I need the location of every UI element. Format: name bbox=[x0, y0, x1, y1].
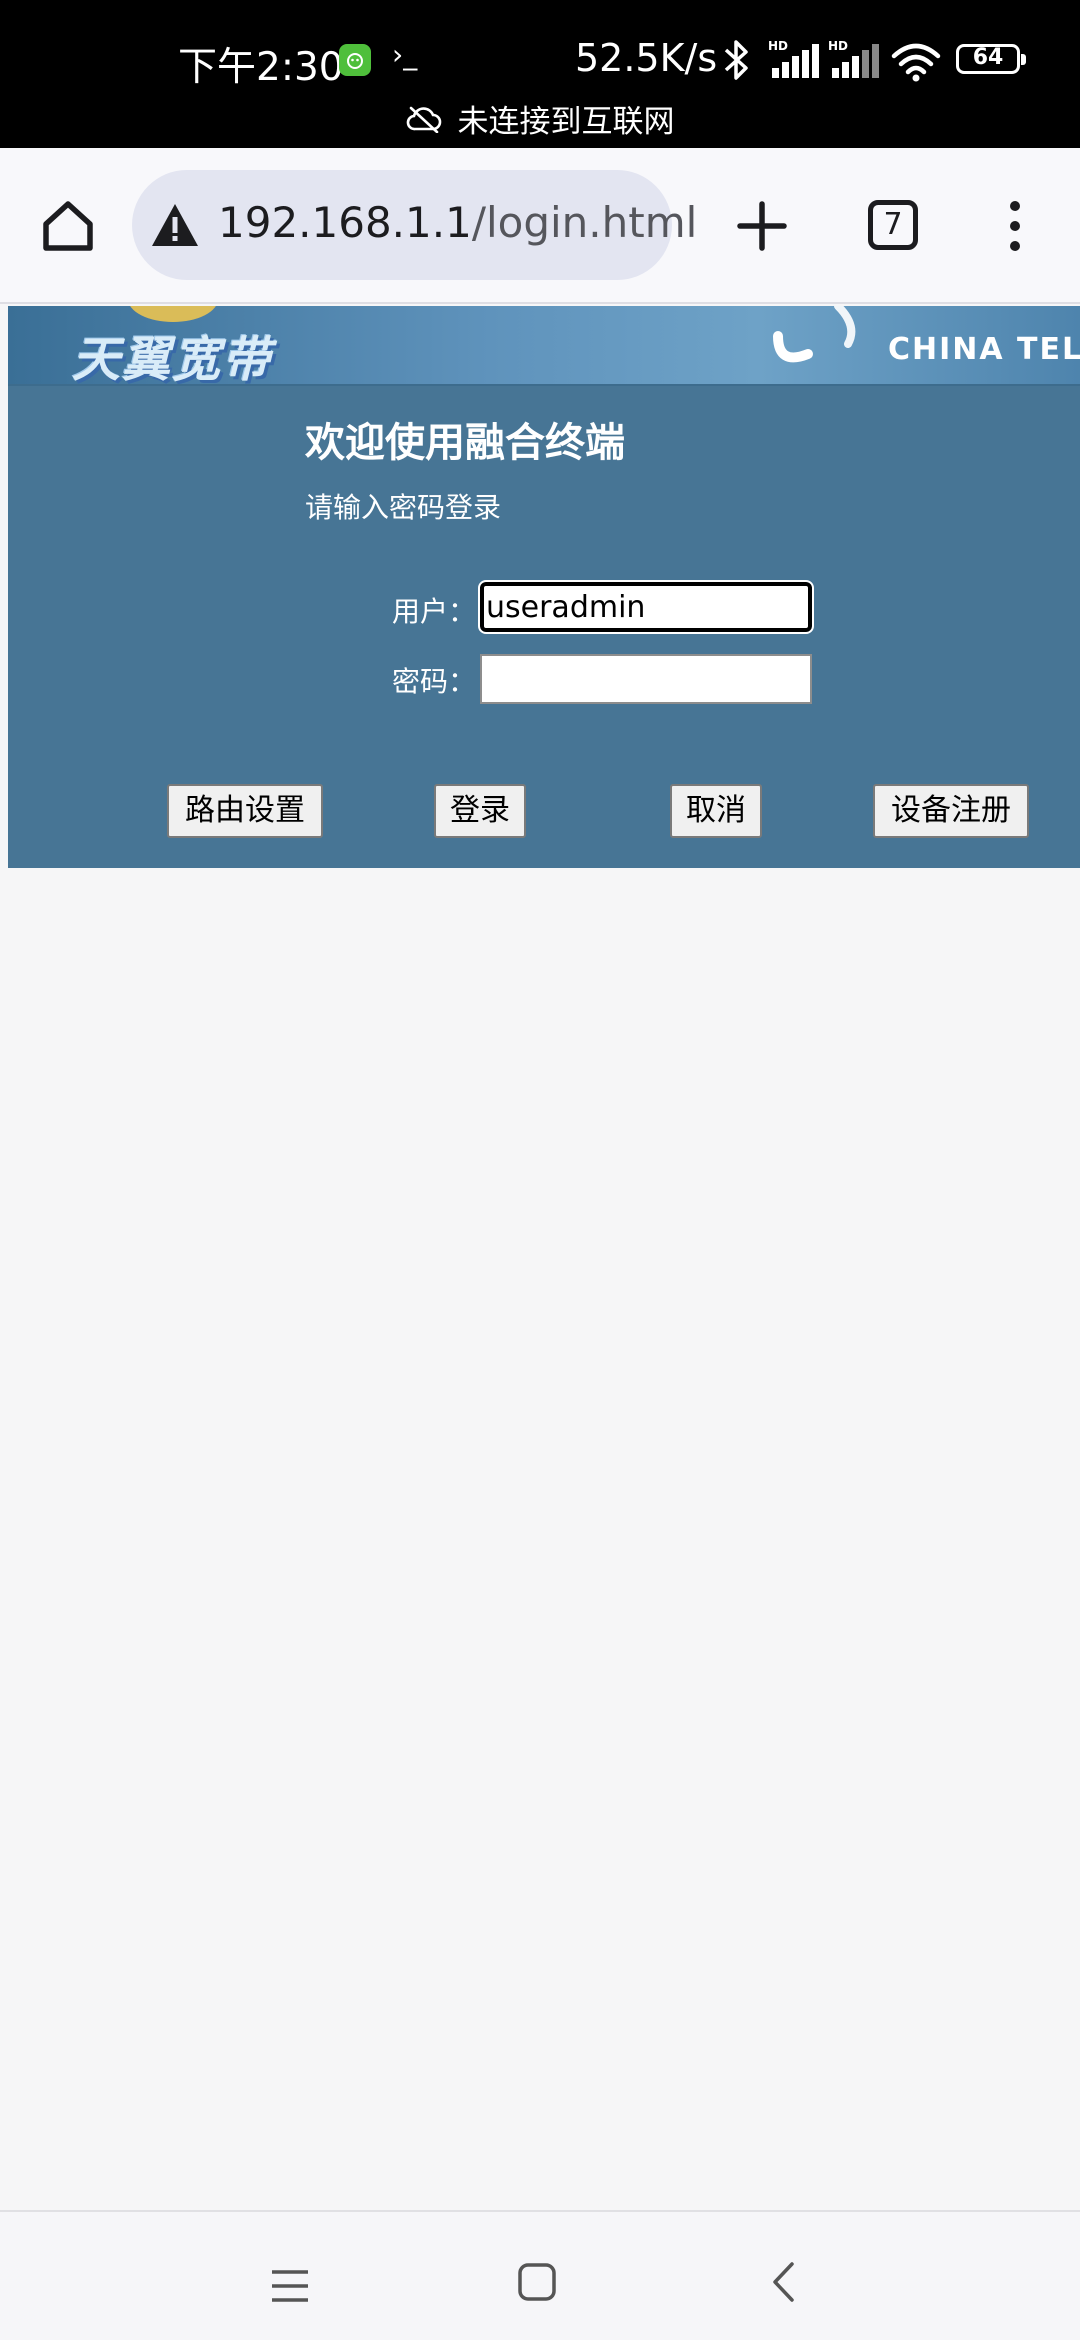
home-icon[interactable] bbox=[38, 196, 98, 256]
welcome-title: 欢迎使用融合终端 bbox=[305, 420, 625, 466]
svg-text:HD: HD bbox=[768, 39, 788, 53]
cancel-button[interactable]: 取消 bbox=[670, 784, 762, 838]
signal-hd-icon-2: HD bbox=[828, 39, 879, 78]
warning-icon[interactable] bbox=[150, 202, 200, 248]
login-page: 天翼宽带 CHINA TELE 欢迎使用融合终端 请输入密码登录 用户： 密码：… bbox=[8, 306, 1080, 868]
address-bar[interactable]: 192.168.1.1/login.html bbox=[132, 170, 697, 280]
back-icon[interactable] bbox=[770, 2260, 798, 2304]
password-input[interactable] bbox=[480, 654, 812, 704]
signal-hd-icon: HD bbox=[768, 39, 819, 78]
china-telecom-brand: CHINA TELE bbox=[888, 332, 1080, 367]
browser-toolbar: 192.168.1.1/login.html 7 bbox=[0, 148, 1080, 304]
status-bar: 下午2:30 ›_ 52.5K/s HD HD 64 未连接到互联网 bbox=[0, 0, 1080, 148]
more-options-icon[interactable] bbox=[1002, 198, 1028, 254]
network-notice-text: 未连接到互联网 bbox=[457, 104, 675, 140]
network-speed: 52.5K/s bbox=[575, 36, 718, 80]
terminal-icon: ›_ bbox=[392, 38, 418, 71]
recent-apps-icon[interactable] bbox=[270, 2268, 310, 2304]
status-time: 下午2:30 bbox=[178, 45, 344, 90]
battery-icon: 64 bbox=[956, 44, 1026, 74]
battery-level: 64 bbox=[972, 45, 1004, 70]
password-label: 密码： bbox=[392, 665, 477, 698]
router-settings-button[interactable]: 路由设置 bbox=[167, 784, 323, 838]
system-navigation-bar bbox=[0, 2210, 1080, 2340]
new-tab-icon[interactable] bbox=[734, 198, 790, 254]
network-notice-row: 未连接到互联网 bbox=[0, 96, 1080, 140]
home-nav-icon[interactable] bbox=[517, 2262, 557, 2302]
login-button[interactable]: 登录 bbox=[434, 784, 526, 838]
network-notice: 未连接到互联网 bbox=[406, 96, 675, 141]
username-label: 用户： bbox=[392, 595, 477, 628]
wifi-icon bbox=[891, 43, 941, 82]
cloud-off-icon bbox=[406, 106, 441, 133]
login-subtitle: 请输入密码登录 bbox=[305, 491, 502, 524]
url-host: 192.168.1.1 bbox=[218, 198, 472, 247]
device-register-button[interactable]: 设备注册 bbox=[873, 784, 1029, 838]
tab-count-button[interactable]: 7 bbox=[868, 200, 918, 250]
url-path: /login.html bbox=[471, 198, 698, 247]
tianyi-logo: 天翼宽带 bbox=[72, 332, 273, 386]
china-telecom-logo-icon bbox=[773, 306, 856, 363]
header-banner: 天翼宽带 CHINA TELE bbox=[8, 306, 1080, 386]
notification-app-icon bbox=[339, 44, 371, 76]
url-text[interactable]: 192.168.1.1/login.html bbox=[218, 198, 697, 247]
username-input[interactable] bbox=[478, 580, 814, 634]
svg-text:HD: HD bbox=[828, 39, 848, 53]
bluetooth-icon bbox=[724, 40, 748, 80]
status-row: 下午2:30 ›_ 52.5K/s HD HD 64 bbox=[0, 30, 1080, 94]
